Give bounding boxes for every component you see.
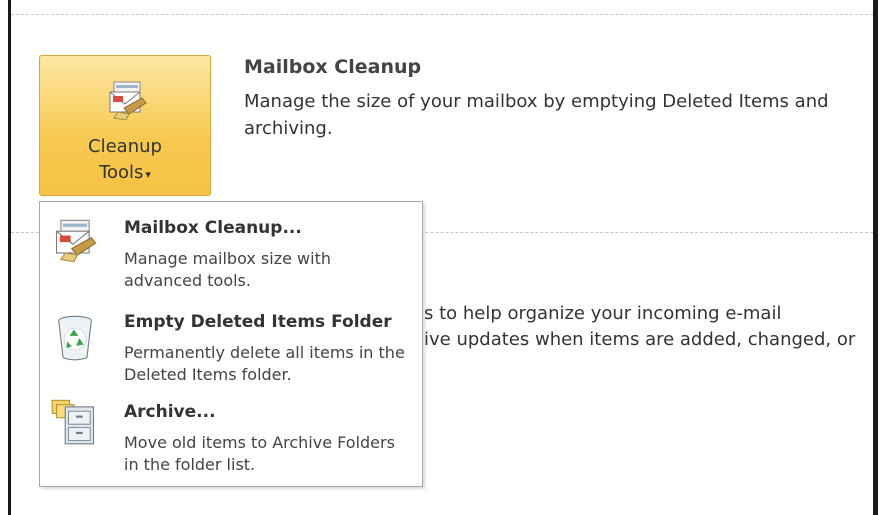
- menu-item-description: Permanently delete all items in the Dele…: [124, 343, 405, 384]
- menu-item-description: Move old items to Archive Folders in the…: [124, 433, 395, 474]
- section-divider: [11, 14, 873, 15]
- cleanup-tools-menu: Mailbox Cleanup... Manage mailbox size w…: [39, 201, 423, 487]
- archive-cabinet-icon: [51, 399, 95, 445]
- rules-description-line1: s to help organize your incoming e-mail: [424, 303, 782, 324]
- cleanup-tools-label-line1: Cleanup: [88, 136, 162, 157]
- menu-item-title: Mailbox Cleanup...: [124, 218, 302, 238]
- rules-description-line2: ive updates when items are added, change…: [424, 329, 856, 350]
- mailbox-cleanup-icon: [55, 219, 97, 263]
- cleanup-tools-label-line2: Tools: [99, 162, 144, 183]
- menu-item-title: Archive...: [124, 402, 216, 422]
- section-description: Manage the size of your mailbox by empty…: [244, 91, 829, 139]
- chevron-down-icon: ▾: [145, 168, 151, 181]
- menu-item-description: Manage mailbox size with advanced tools.: [124, 249, 331, 290]
- window-left-border: [8, 0, 11, 515]
- cleanup-tools-button[interactable]: Cleanup Tools ▾: [39, 55, 211, 196]
- rules-description: s to help organize your incoming e-mail …: [424, 301, 874, 353]
- window-right-border: [873, 0, 878, 515]
- recycle-bin-icon: [58, 315, 92, 361]
- mailbox-cleanup-icon: [109, 81, 147, 121]
- section-title: Mailbox Cleanup: [244, 56, 422, 78]
- menu-item-title: Empty Deleted Items Folder: [124, 312, 392, 332]
